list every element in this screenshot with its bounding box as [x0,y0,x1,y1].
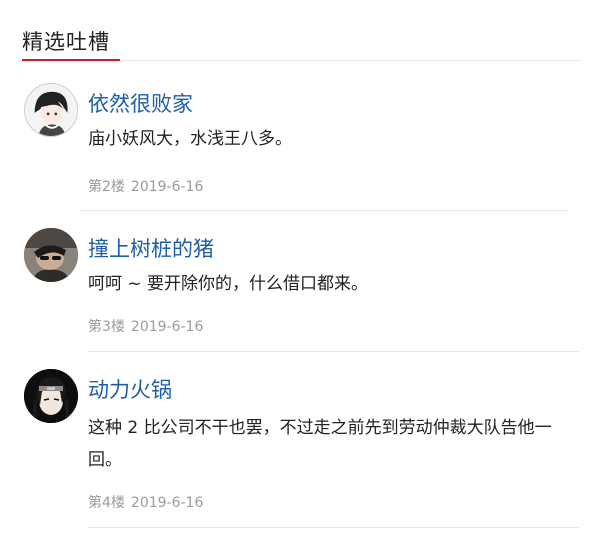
comment-text: 这种 2 比公司不干也罢，不过走之前先到劳动仲裁大队告他一回。 [88,418,552,470]
comment-date: 2019-6-16 [130,179,204,195]
comment-username[interactable]: 依然很败家 [88,88,193,118]
title-underline [22,59,120,61]
comment-text: 庙小妖风大，水浅王八多。 [88,129,292,149]
user-avatar-icon [24,228,78,282]
avatar[interactable] [24,228,78,282]
section-header: 精选吐槽 [22,22,580,61]
user-avatar-icon [25,84,77,136]
comment-username[interactable]: 动力火锅 [88,374,172,404]
divider [88,527,580,528]
comment-meta: 第3楼 2019-6-16 [88,316,203,336]
floor-number: 第2楼 [88,179,125,195]
floor-number: 第3楼 [88,319,125,335]
divider [88,351,580,352]
comment-username[interactable]: 撞上树桩的猪 [88,233,214,263]
avatar[interactable] [24,83,78,137]
user-avatar-icon [24,369,78,423]
comment-date: 2019-6-16 [130,495,204,511]
floor-number: 第4楼 [88,495,125,511]
avatar[interactable] [24,369,78,423]
comment-meta: 第2楼 2019-6-16 [88,176,203,196]
comment-date: 2019-6-16 [130,319,204,335]
comment-text: 呵呵 ~ 要开除你的，什么借口都来。 [88,274,369,294]
section-title: 精选吐槽 [22,30,110,54]
comment-meta: 第4楼 2019-6-16 [88,492,203,512]
divider [80,210,568,211]
